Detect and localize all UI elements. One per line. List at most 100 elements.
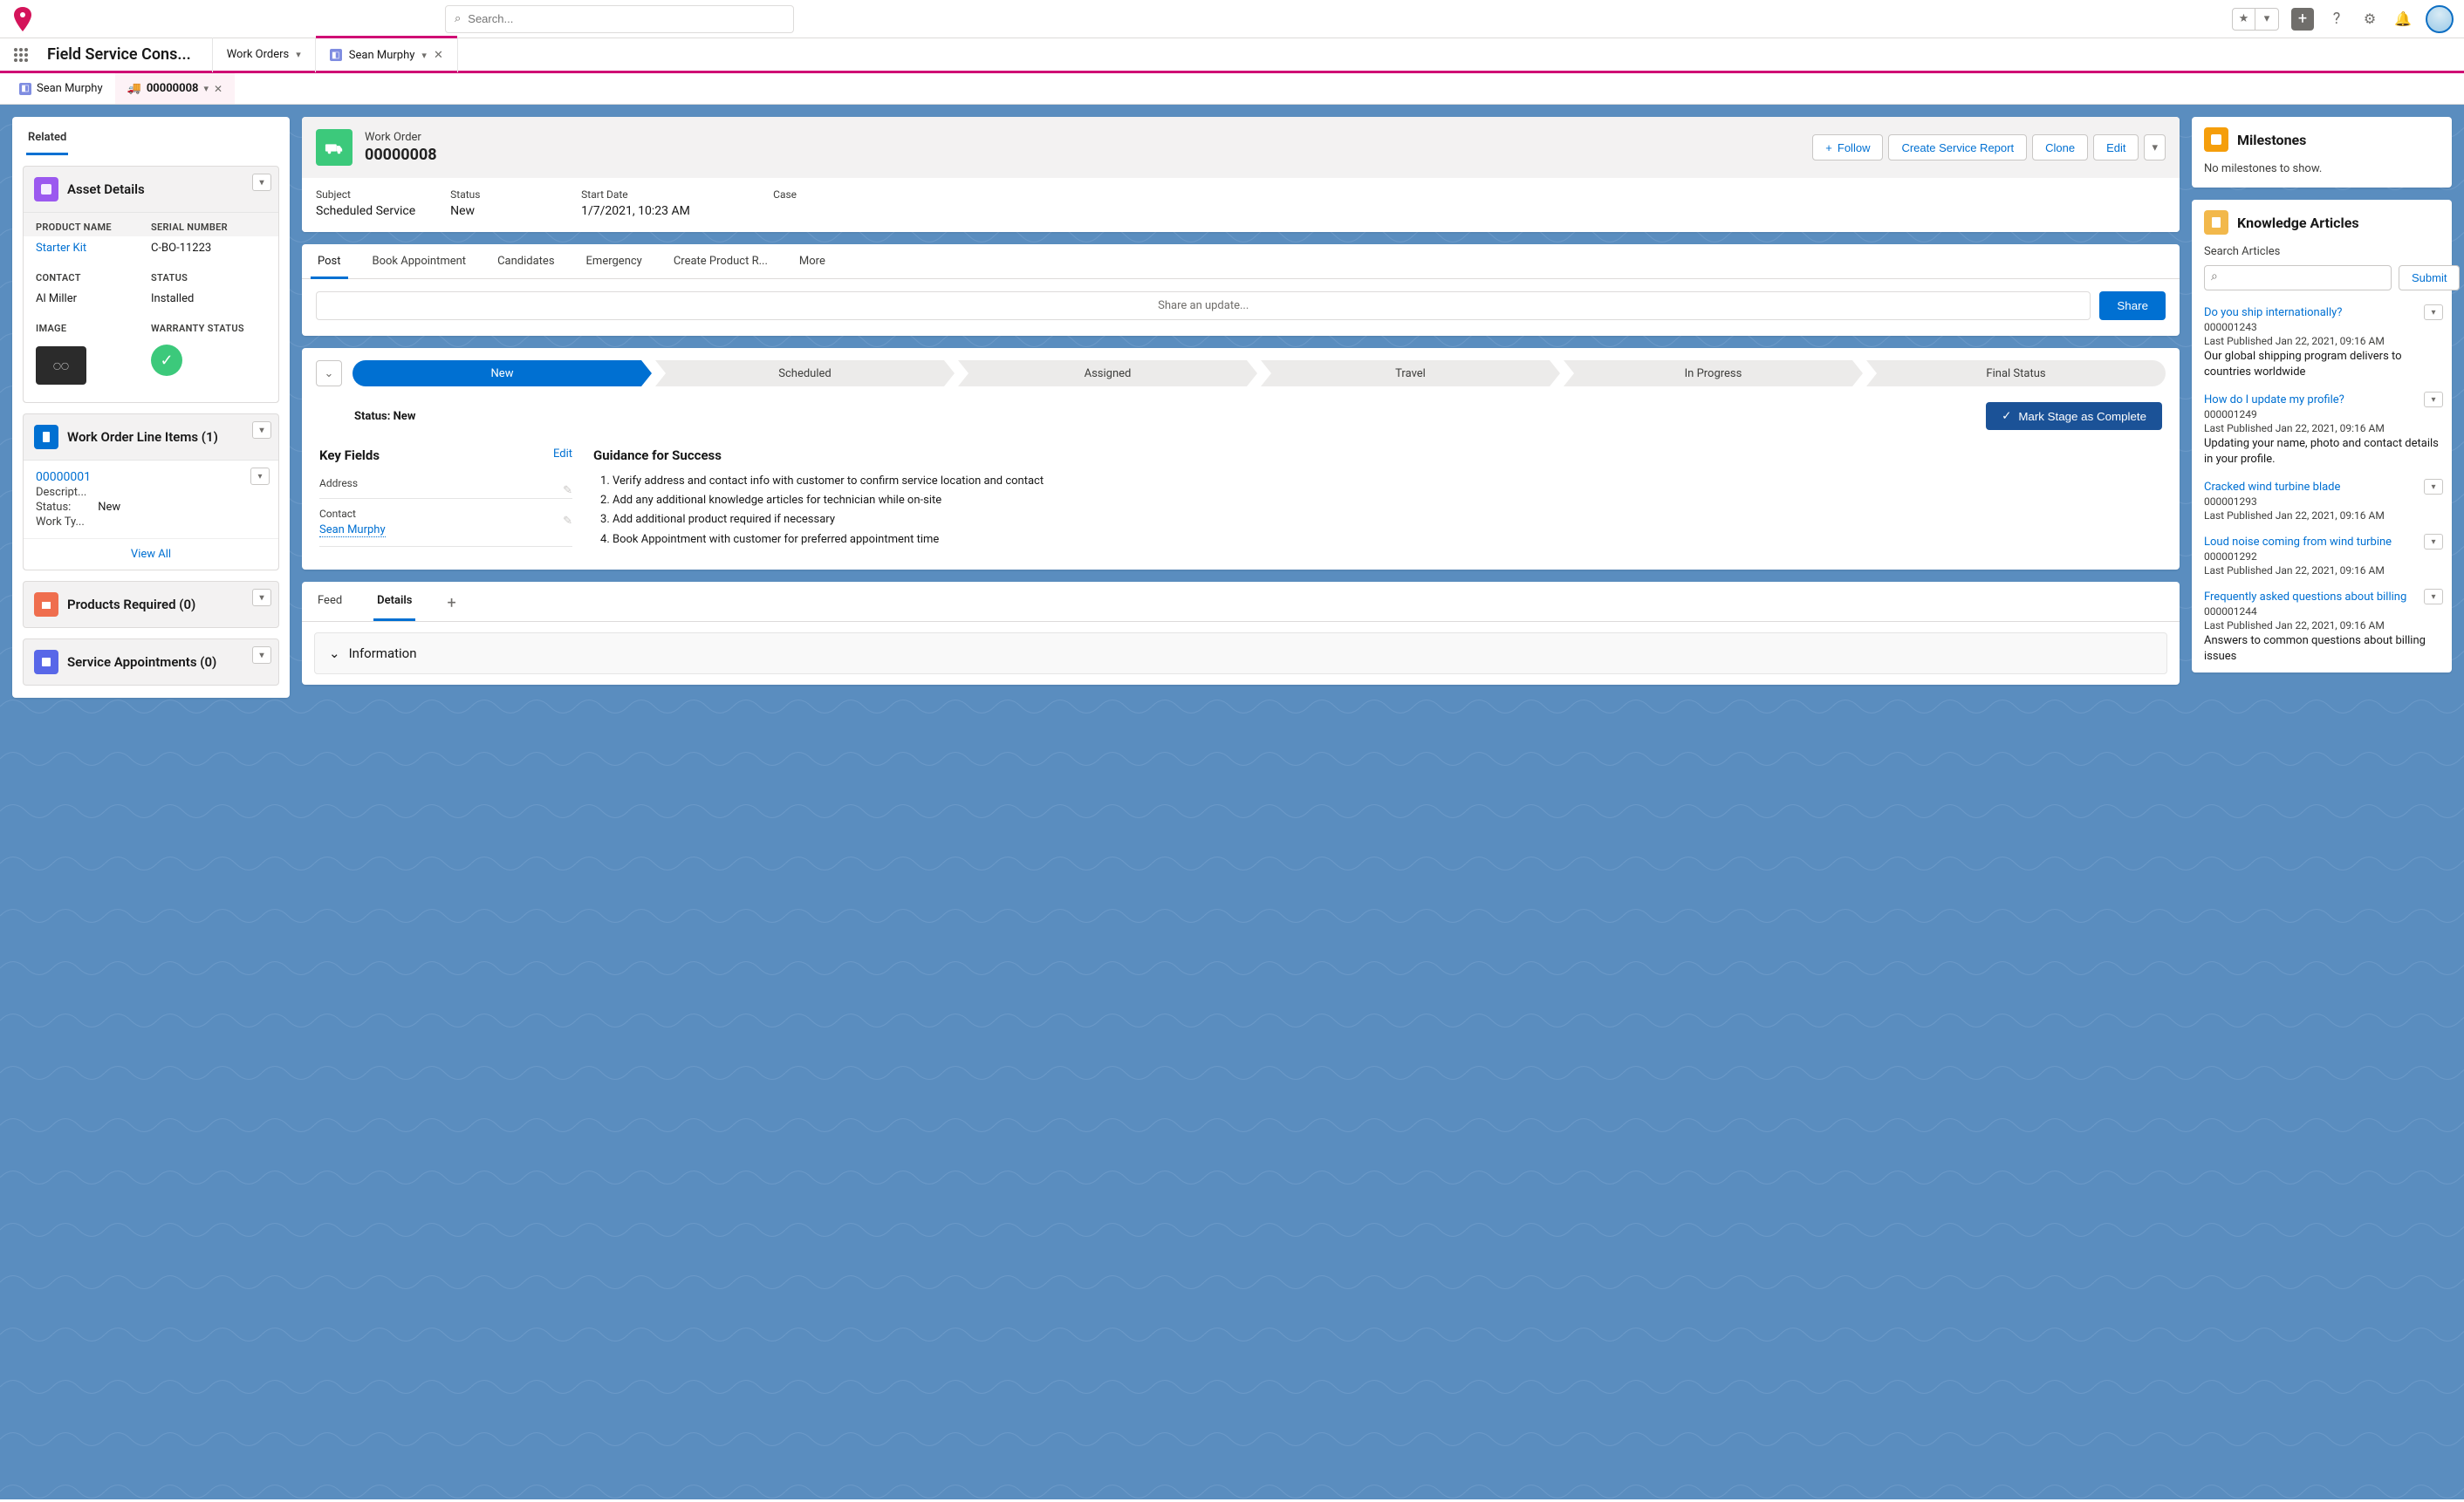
service-appointments-card: Service Appointments (0) ▾ — [23, 638, 279, 686]
milestones-card: Milestones No milestones to show. — [2192, 117, 2452, 188]
contact-icon: ◧ — [19, 83, 31, 95]
image-label: IMAGE — [36, 317, 151, 334]
article-title-link[interactable]: Do you ship internationally? — [2204, 306, 2440, 319]
path-panel: ⌄ New Scheduled Assigned Travel In Progr… — [302, 348, 2180, 570]
user-avatar[interactable] — [2426, 5, 2454, 33]
key-fields-edit-link[interactable]: Edit — [553, 447, 572, 463]
knowledge-submit-button[interactable]: Submit — [2399, 265, 2460, 290]
subtab-bar: ◧ Sean Murphy 🚚 00000008 ▾ ✕ — [0, 73, 2464, 105]
article-title-link[interactable]: How do I update my profile? — [2204, 393, 2440, 406]
service-appointments-icon — [34, 650, 58, 674]
edit-icon[interactable]: ✎ — [563, 515, 572, 528]
nav-tab-sean-murphy[interactable]: ◧ Sean Murphy ▾ ✕ — [315, 38, 458, 72]
favorites-toggle[interactable]: ★ ▾ — [2232, 8, 2279, 31]
article-published: Last Published Jan 22, 2021, 09:16 AM — [2204, 420, 2440, 434]
chevron-down-icon[interactable]: ▾ — [203, 83, 209, 94]
path-stage-final-status[interactable]: Final Status — [1866, 360, 2166, 386]
record-number: 00000008 — [365, 146, 1800, 164]
article-published: Last Published Jan 22, 2021, 09:16 AM — [2204, 333, 2440, 347]
product-name-link[interactable]: Starter Kit — [36, 240, 151, 260]
knowledge-article-list: ▾Do you ship internationally?000001243La… — [2192, 301, 2452, 672]
article-menu-button[interactable]: ▾ — [2424, 392, 2443, 407]
subtab-contact[interactable]: ◧ Sean Murphy — [7, 73, 115, 104]
article-menu-button[interactable]: ▾ — [2424, 304, 2443, 320]
nav-tab-work-orders[interactable]: Work Orders ▾ — [212, 38, 315, 72]
view-all-link[interactable]: View All — [24, 538, 278, 570]
card-menu-button[interactable]: ▾ — [252, 646, 271, 664]
asset-details-card: Asset Details ▾ PRODUCT NAME SERIAL NUMB… — [23, 166, 279, 403]
card-title: Milestones — [2237, 132, 2306, 148]
card-menu-button[interactable]: ▾ — [252, 174, 271, 191]
activity-tab-more[interactable]: More — [784, 244, 841, 278]
card-title[interactable]: Service Appointments (0) — [67, 654, 216, 670]
card-title[interactable]: Products Required (0) — [67, 597, 195, 612]
chevron-down-icon[interactable]: ▾ — [421, 50, 427, 61]
serial-number-value: C-BO-11223 — [151, 240, 266, 260]
article-title-link[interactable]: Cracked wind turbine blade — [2204, 481, 2440, 494]
detail-tab-feed[interactable]: Feed — [314, 585, 346, 621]
article-menu-button[interactable]: ▾ — [2424, 534, 2443, 550]
search-icon: ⌕ — [455, 12, 461, 25]
more-actions-button[interactable]: ▾ — [2144, 134, 2166, 160]
article-title-link[interactable]: Frequently asked questions about billing — [2204, 591, 2440, 604]
guidance-step: Add additional product required if neces… — [613, 510, 2162, 529]
article-title-link[interactable]: Loud noise coming from wind turbine — [2204, 536, 2440, 549]
app-name: Field Service Cons... — [47, 45, 191, 64]
activity-tab-book-appointment[interactable]: Book Appointment — [357, 244, 483, 278]
woli-status-label: Status: — [36, 501, 95, 514]
card-title: Asset Details — [67, 181, 145, 197]
contact-link[interactable]: Sean Murphy — [319, 523, 386, 537]
mark-stage-complete-button[interactable]: ✓Mark Stage as Complete — [1986, 402, 2162, 430]
path-stage-scheduled[interactable]: Scheduled — [655, 360, 955, 386]
activity-tab-candidates[interactable]: Candidates — [482, 244, 570, 278]
section-information[interactable]: ⌄ Information — [314, 632, 2167, 674]
help-button[interactable]: ? — [2326, 9, 2347, 30]
chevron-down-icon[interactable]: ▾ — [296, 49, 301, 60]
detail-tab-add[interactable]: + — [443, 585, 459, 621]
global-search-box[interactable]: ⌕ — [445, 5, 794, 33]
activity-tab-emergency[interactable]: Emergency — [571, 244, 658, 278]
asset-image-thumbnail[interactable]: ◯◯ — [36, 346, 86, 385]
close-icon[interactable]: ✕ — [214, 83, 222, 95]
follow-button[interactable]: +Follow — [1812, 134, 1883, 160]
detail-tab-details[interactable]: Details — [373, 585, 415, 621]
tab-label: Sean Murphy — [349, 49, 415, 62]
guidance-title: Guidance for Success — [593, 447, 2162, 472]
create-service-report-button[interactable]: Create Service Report — [1888, 134, 2027, 160]
edit-button[interactable]: Edit — [2093, 134, 2139, 160]
global-create-button[interactable]: + — [2291, 8, 2314, 31]
article-menu-button[interactable]: ▾ — [2424, 589, 2443, 604]
path-stages: New Scheduled Assigned Travel In Progres… — [352, 360, 2166, 386]
share-update-input[interactable]: Share an update... — [316, 291, 2091, 320]
app-launcher-button[interactable] — [9, 43, 33, 67]
card-menu-button[interactable]: ▾ — [252, 421, 271, 439]
knowledge-search-input[interactable] — [2204, 265, 2392, 290]
card-title[interactable]: Work Order Line Items (1) — [67, 429, 218, 445]
card-title: Knowledge Articles — [2237, 215, 2359, 231]
notifications-button[interactable]: 🔔 — [2392, 9, 2413, 30]
path-toggle-button[interactable]: ⌄ — [316, 360, 342, 386]
row-menu-button[interactable]: ▾ — [250, 468, 270, 485]
path-stage-assigned[interactable]: Assigned — [958, 360, 1257, 386]
close-icon[interactable]: ✕ — [434, 49, 443, 62]
global-search-input[interactable] — [468, 12, 784, 25]
subtab-work-order[interactable]: 🚚 00000008 ▾ ✕ — [115, 73, 235, 104]
card-menu-button[interactable]: ▾ — [252, 589, 271, 606]
guidance-step: Add any additional knowledge articles fo… — [613, 491, 2162, 510]
activity-tab-create-product-request[interactable]: Create Product R... — [658, 244, 784, 278]
contact-icon: ◧ — [330, 49, 342, 61]
path-status-text: Status: New — [354, 410, 415, 423]
related-tab[interactable]: Related — [26, 127, 68, 155]
path-stage-new[interactable]: New — [352, 360, 652, 386]
path-stage-in-progress[interactable]: In Progress — [1564, 360, 1863, 386]
related-header: Related — [12, 117, 290, 155]
activity-tab-post[interactable]: Post — [302, 244, 357, 278]
edit-icon[interactable]: ✎ — [563, 484, 572, 497]
article-menu-button[interactable]: ▾ — [2424, 479, 2443, 495]
clone-button[interactable]: Clone — [2032, 134, 2088, 160]
case-label: Case — [773, 188, 869, 204]
share-button[interactable]: Share — [2099, 291, 2166, 320]
setup-button[interactable]: ⚙ — [2359, 9, 2380, 30]
start-date-value: 1/7/2021, 10:23 AM — [581, 204, 738, 218]
path-stage-travel[interactable]: Travel — [1261, 360, 1560, 386]
